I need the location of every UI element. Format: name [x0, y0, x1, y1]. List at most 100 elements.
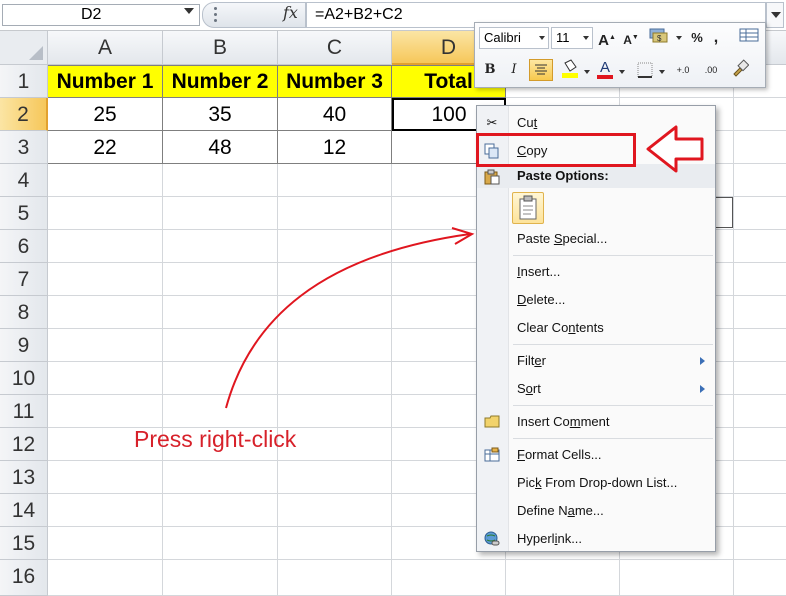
- cell-b3[interactable]: 48: [163, 131, 278, 164]
- menu-item-hyperlink[interactable]: Hyperlink...: [477, 526, 715, 552]
- row-header-7[interactable]: 7: [0, 263, 48, 296]
- format-painter-table-icon[interactable]: [737, 27, 761, 49]
- row-header-9[interactable]: 9: [0, 329, 48, 362]
- fill-color-dropdown-icon[interactable]: [584, 70, 590, 74]
- empty-cell[interactable]: [278, 560, 392, 596]
- borders-icon[interactable]: [635, 59, 655, 81]
- empty-cell[interactable]: [48, 461, 163, 494]
- empty-cell[interactable]: [163, 461, 278, 494]
- empty-cell[interactable]: [48, 494, 163, 527]
- empty-cell[interactable]: [278, 362, 392, 395]
- grow-font-icon[interactable]: A▲: [597, 27, 617, 49]
- empty-cell[interactable]: [734, 296, 786, 329]
- empty-cell[interactable]: [48, 560, 163, 596]
- empty-cell[interactable]: [48, 395, 163, 428]
- name-box-dropdown-icon[interactable]: [184, 8, 194, 14]
- empty-cell[interactable]: [620, 560, 734, 596]
- menu-item-insert[interactable]: Insert...: [477, 259, 715, 285]
- empty-cell[interactable]: [48, 527, 163, 560]
- empty-cell[interactable]: [48, 263, 163, 296]
- splitter-handle-icon[interactable]: [210, 4, 220, 26]
- empty-cell[interactable]: [734, 164, 786, 197]
- row-header-15[interactable]: 15: [0, 527, 48, 560]
- row-header-10[interactable]: 10: [0, 362, 48, 395]
- menu-item-sort[interactable]: Sort: [477, 376, 715, 402]
- paste-button[interactable]: [512, 192, 544, 224]
- font-color-icon[interactable]: A: [595, 57, 615, 79]
- increase-decimal-icon[interactable]: +.0: [671, 59, 695, 81]
- cell-c1[interactable]: Number 3: [278, 65, 392, 98]
- empty-cell[interactable]: [163, 164, 278, 197]
- cell-b1[interactable]: Number 2: [163, 65, 278, 98]
- empty-cell[interactable]: [278, 230, 392, 263]
- center-align-button[interactable]: [529, 59, 553, 81]
- decrease-decimal-icon[interactable]: .00: [699, 59, 723, 81]
- percent-style-icon[interactable]: %: [688, 27, 706, 49]
- font-size-dropdown[interactable]: 11: [551, 27, 593, 49]
- empty-cell[interactable]: [163, 329, 278, 362]
- empty-cell[interactable]: [278, 329, 392, 362]
- shrink-font-icon[interactable]: A▼: [621, 27, 641, 49]
- column-header-b[interactable]: B: [163, 31, 278, 65]
- font-name-dropdown[interactable]: Calibri: [479, 27, 549, 49]
- menu-item-delete[interactable]: Delete...: [477, 287, 715, 313]
- empty-cell[interactable]: [734, 329, 786, 362]
- italic-button[interactable]: I: [505, 59, 523, 81]
- empty-cell[interactable]: [734, 263, 786, 296]
- empty-cell[interactable]: [734, 494, 786, 527]
- currency-format-icon[interactable]: $: [647, 27, 671, 49]
- cell-a2[interactable]: 25: [48, 98, 163, 131]
- empty-cell[interactable]: [734, 461, 786, 494]
- empty-cell[interactable]: [278, 197, 392, 230]
- format-painter-icon[interactable]: [729, 59, 751, 81]
- comma-style-icon[interactable]: ,: [709, 27, 723, 49]
- cell-a1[interactable]: Number 1: [48, 65, 163, 98]
- row-header-2[interactable]: 2: [0, 98, 48, 131]
- empty-cell[interactable]: [734, 362, 786, 395]
- column-header-c[interactable]: C: [278, 31, 392, 65]
- menu-item-filter[interactable]: Filter: [477, 348, 715, 374]
- row-header-16[interactable]: 16: [0, 560, 48, 596]
- empty-cell[interactable]: [48, 296, 163, 329]
- empty-cell[interactable]: [278, 296, 392, 329]
- insert-function-icon[interactable]: fx: [283, 3, 298, 22]
- row-header-14[interactable]: 14: [0, 494, 48, 527]
- empty-cell[interactable]: [734, 230, 786, 263]
- row-header-5[interactable]: 5: [0, 197, 48, 230]
- row-header-8[interactable]: 8: [0, 296, 48, 329]
- row-header-4[interactable]: 4: [0, 164, 48, 197]
- menu-item-insert-comment[interactable]: Insert Comment: [477, 409, 715, 435]
- row-header-1[interactable]: 1: [0, 65, 48, 98]
- empty-cell[interactable]: [734, 98, 786, 131]
- empty-cell[interactable]: [734, 131, 786, 164]
- empty-cell[interactable]: [48, 329, 163, 362]
- empty-cell[interactable]: [163, 296, 278, 329]
- empty-cell[interactable]: [278, 527, 392, 560]
- currency-dropdown-icon[interactable]: [676, 36, 682, 40]
- name-box[interactable]: D2: [2, 4, 200, 26]
- select-all-button[interactable]: [0, 31, 48, 65]
- column-header-a[interactable]: A: [48, 31, 163, 65]
- empty-cell[interactable]: [278, 263, 392, 296]
- row-header-12[interactable]: 12: [0, 428, 48, 461]
- empty-cell[interactable]: [392, 560, 506, 596]
- empty-cell[interactable]: [278, 164, 392, 197]
- empty-cell[interactable]: [278, 395, 392, 428]
- menu-item-pick-from-list[interactable]: Pick From Drop-down List...: [477, 470, 715, 496]
- fill-color-icon[interactable]: [559, 59, 581, 81]
- row-header-3[interactable]: 3: [0, 131, 48, 164]
- font-color-dropdown-icon[interactable]: [619, 70, 625, 74]
- borders-dropdown-icon[interactable]: [659, 70, 665, 74]
- empty-cell[interactable]: [163, 263, 278, 296]
- empty-cell[interactable]: [48, 164, 163, 197]
- empty-cell[interactable]: [163, 395, 278, 428]
- cell-c2[interactable]: 40: [278, 98, 392, 131]
- row-header-13[interactable]: 13: [0, 461, 48, 494]
- empty-cell[interactable]: [48, 197, 163, 230]
- empty-cell[interactable]: [734, 395, 786, 428]
- empty-cell[interactable]: [734, 428, 786, 461]
- empty-cell[interactable]: [163, 197, 278, 230]
- expand-formula-bar-button[interactable]: [766, 2, 784, 28]
- empty-cell[interactable]: [163, 560, 278, 596]
- row-header-11[interactable]: 11: [0, 395, 48, 428]
